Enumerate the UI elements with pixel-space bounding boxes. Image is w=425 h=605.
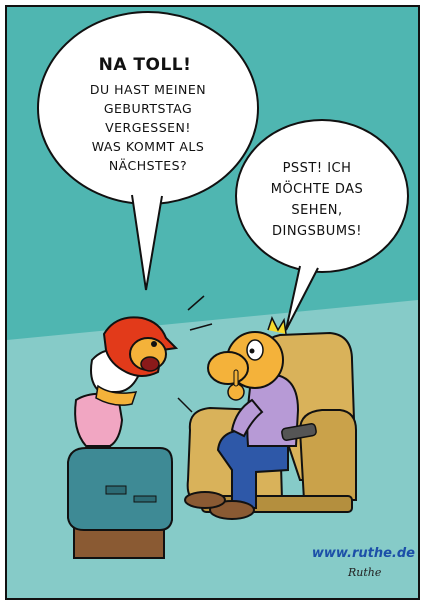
site-url: www.ruthe.de xyxy=(311,546,415,561)
nose xyxy=(207,351,249,385)
bubble-right-text: PSST! ICH MÖCHTE DAS SEHEN, DINGSBUMS! xyxy=(270,161,364,239)
television xyxy=(67,447,173,531)
artist-signature: Ruthe xyxy=(348,566,382,579)
bubble-left-text: DU HAST MEINEN GEBURTSTAG VERGESSEN! WAS… xyxy=(89,82,207,173)
bubble-left-heading: NA TOLL! xyxy=(98,55,192,75)
comic-panel: NA TOLL! DU HAST MEINEN GEBURTSTAG VERGE… xyxy=(0,0,425,605)
